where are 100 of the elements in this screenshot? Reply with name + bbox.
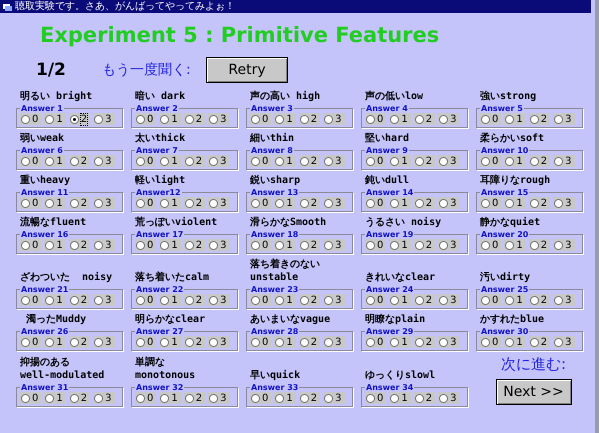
radio-icon[interactable] <box>160 296 170 304</box>
radio-option[interactable]: 2 <box>414 113 436 125</box>
radio-option[interactable]: 3 <box>208 392 230 404</box>
radio-icon[interactable] <box>251 156 260 166</box>
radio-icon[interactable] <box>21 114 30 124</box>
radio-icon[interactable] <box>160 198 170 208</box>
radio-option[interactable]: 1 <box>389 155 411 167</box>
radio-option[interactable]: 0 <box>250 113 272 125</box>
radio-icon[interactable] <box>366 296 375 304</box>
radio-option[interactable]: 2 <box>184 294 206 306</box>
radio-option[interactable]: 2 <box>414 392 436 404</box>
radio-option[interactable]: 1 <box>389 336 411 348</box>
radio-icon[interactable] <box>70 338 79 346</box>
radio-icon[interactable] <box>275 156 284 166</box>
radio-option[interactable]: 0 <box>20 294 42 306</box>
radio-icon[interactable] <box>136 338 145 346</box>
radio-option[interactable]: 0 <box>480 336 502 348</box>
radio-icon[interactable] <box>530 240 539 250</box>
radio-icon[interactable] <box>251 338 260 346</box>
radio-icon[interactable] <box>21 296 30 304</box>
radio-icon[interactable] <box>184 338 194 346</box>
radio-icon[interactable] <box>390 240 400 250</box>
radio-option[interactable]: 1 <box>44 155 66 167</box>
radio-option[interactable]: 0 <box>20 239 42 251</box>
radio-option[interactable]: 3 <box>553 197 574 209</box>
radio-icon[interactable] <box>324 198 334 208</box>
radio-icon[interactable] <box>45 114 54 124</box>
radio-icon[interactable] <box>300 114 309 124</box>
radio-option[interactable]: 3 <box>323 336 344 348</box>
radio-option[interactable]: 2 <box>528 239 550 251</box>
radio-option[interactable]: 0 <box>135 294 156 306</box>
radio-option[interactable]: 3 <box>438 155 460 167</box>
radio-icon[interactable] <box>324 240 334 250</box>
radio-icon[interactable] <box>366 338 375 346</box>
radio-icon[interactable] <box>275 296 284 304</box>
radio-option[interactable]: 1 <box>274 336 296 348</box>
radio-icon[interactable] <box>300 296 309 304</box>
radio-icon[interactable] <box>300 240 309 250</box>
radio-icon[interactable] <box>136 198 145 208</box>
radio-icon[interactable] <box>21 240 30 250</box>
radio-option[interactable]: 0 <box>365 392 386 404</box>
radio-option[interactable]: 3 <box>553 155 574 167</box>
radio-icon[interactable] <box>251 114 260 124</box>
radio-icon[interactable] <box>366 240 375 250</box>
radio-icon[interactable] <box>184 198 194 208</box>
radio-option[interactable]: 2 <box>528 336 550 348</box>
radio-option[interactable]: 0 <box>135 113 156 125</box>
radio-icon[interactable] <box>324 338 334 346</box>
radio-icon[interactable] <box>184 240 194 250</box>
radio-option[interactable]: 1 <box>44 392 66 404</box>
radio-icon[interactable] <box>136 156 145 166</box>
radio-icon[interactable] <box>505 296 514 304</box>
radio-option[interactable]: 3 <box>208 197 230 209</box>
radio-icon[interactable] <box>324 114 334 124</box>
radio-option[interactable]: 1 <box>44 294 66 306</box>
radio-icon[interactable] <box>45 338 54 346</box>
radio-option[interactable]: 1 <box>504 239 526 251</box>
radio-option[interactable]: 0 <box>20 197 42 209</box>
radio-icon[interactable] <box>209 338 218 346</box>
radio-icon[interactable] <box>366 114 375 124</box>
radio-icon[interactable] <box>439 240 448 250</box>
radio-option[interactable]: 0 <box>365 155 386 167</box>
radio-icon[interactable] <box>390 394 400 402</box>
radio-icon[interactable] <box>554 240 564 250</box>
radio-icon[interactable] <box>209 296 218 304</box>
radio-icon[interactable] <box>324 156 334 166</box>
radio-option[interactable]: 0 <box>20 392 42 404</box>
radio-icon[interactable] <box>481 156 490 166</box>
radio-icon[interactable] <box>209 240 218 250</box>
radio-icon[interactable] <box>136 114 145 124</box>
radio-option[interactable]: 1 <box>389 197 411 209</box>
radio-option[interactable]: 0 <box>365 294 386 306</box>
radio-option[interactable]: 2 <box>68 336 90 348</box>
radio-option[interactable]: 1 <box>504 336 526 348</box>
radio-icon[interactable] <box>530 198 539 208</box>
radio-option[interactable]: 0 <box>480 294 502 306</box>
radio-option[interactable]: 3 <box>553 294 574 306</box>
radio-icon[interactable] <box>414 156 424 166</box>
radio-icon[interactable] <box>160 240 170 250</box>
radio-option[interactable]: 3 <box>438 392 460 404</box>
radio-option[interactable]: 2 <box>184 239 206 251</box>
radio-icon[interactable] <box>45 296 54 304</box>
radio-option[interactable]: 0 <box>365 336 386 348</box>
radio-icon[interactable] <box>505 338 514 346</box>
radio-option[interactable]: 3 <box>93 113 114 125</box>
radio-option[interactable]: 3 <box>323 392 344 404</box>
radio-icon[interactable] <box>530 114 539 124</box>
radio-icon[interactable] <box>505 156 514 166</box>
radio-option[interactable]: 1 <box>274 392 296 404</box>
radio-option[interactable]: 3 <box>553 239 574 251</box>
radio-icon[interactable] <box>94 394 104 402</box>
radio-icon[interactable] <box>275 240 284 250</box>
radio-option[interactable]: 2 <box>528 294 550 306</box>
radio-icon[interactable] <box>481 338 490 346</box>
radio-option[interactable]: 1 <box>504 155 526 167</box>
radio-option[interactable]: 1 <box>159 336 181 348</box>
radio-option[interactable]: 3 <box>93 239 114 251</box>
radio-icon[interactable] <box>414 114 424 124</box>
radio-icon[interactable] <box>505 198 514 208</box>
radio-option[interactable]: 2 <box>414 197 436 209</box>
